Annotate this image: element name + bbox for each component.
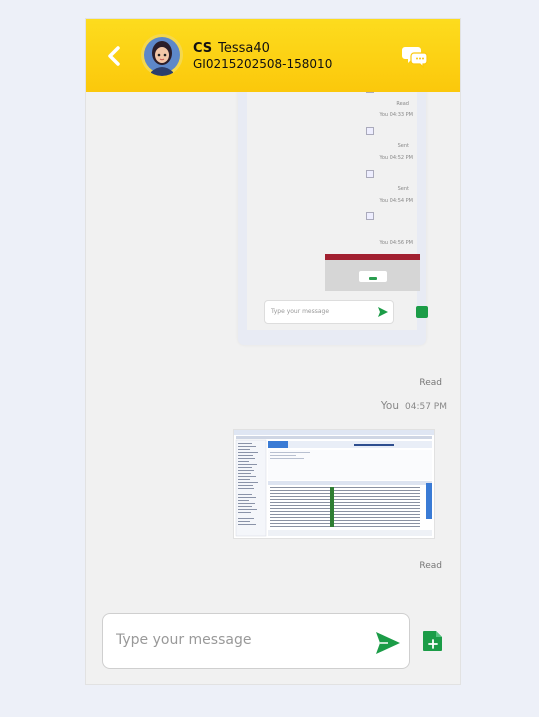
message-status: Read	[419, 378, 442, 388]
avatar-image	[141, 34, 183, 76]
embedded-image-thumbnail	[325, 254, 420, 291]
message-time: 04:57 PM	[405, 402, 447, 412]
message-meta: You 04:57 PM	[381, 400, 447, 412]
send-icon	[378, 307, 388, 317]
attach-file-icon[interactable]	[421, 629, 445, 653]
embedded-chat-screenshot: Read You 04:33 PM Sent You 04:52 PM Sent…	[247, 92, 428, 330]
chat-header: CS Tessa40 GI0215202508-158010	[86, 19, 460, 92]
broken-image-icon	[366, 127, 374, 135]
thumbnail-dialog-button	[369, 277, 377, 280]
embedded-status: Sent	[397, 186, 409, 192]
broken-image-icon	[366, 170, 374, 178]
avatar[interactable]	[141, 34, 183, 76]
embedded-time: You 04:33 PM	[379, 112, 413, 118]
embedded-input-placeholder: Type your message	[271, 308, 330, 315]
broken-image-icon	[366, 212, 374, 220]
back-arrow-icon[interactable]	[104, 45, 126, 67]
image-attachment-screenshot[interactable]: Read You 04:33 PM Sent You 04:52 PM Sent…	[238, 92, 428, 345]
thumbnail-top-bar	[325, 254, 420, 260]
embedded-status: Read	[396, 101, 409, 107]
chat-window: CS Tessa40 GI0215202508-158010 Read You 0…	[85, 18, 461, 685]
send-icon[interactable]	[374, 629, 402, 657]
contact-name: CS Tessa40	[193, 41, 270, 56]
chat-bubbles-icon[interactable]	[402, 43, 428, 69]
spreadsheet-screenshot-image	[234, 430, 434, 538]
thumbnail-dialog	[359, 271, 387, 282]
broken-image-icon	[366, 92, 374, 93]
contact-initials: CS	[193, 41, 213, 56]
contact-username: Tessa40	[218, 41, 270, 56]
contact-id: GI0215202508-158010	[193, 57, 333, 71]
message-composer	[102, 613, 410, 669]
embedded-time: You 04:52 PM	[379, 155, 413, 161]
message-input[interactable]	[116, 632, 356, 648]
attach-file-icon	[416, 306, 428, 318]
sender-label: You	[380, 400, 399, 412]
embedded-time: You 04:56 PM	[379, 240, 413, 246]
embedded-message-input: Type your message	[264, 300, 394, 324]
image-attachment-spreadsheet[interactable]	[233, 429, 435, 539]
message-list[interactable]: Read You 04:33 PM Sent You 04:52 PM Sent…	[86, 92, 460, 602]
embedded-status: Sent	[397, 143, 409, 149]
message-status: Read	[419, 561, 442, 571]
embedded-time: You 04:54 PM	[379, 198, 413, 204]
